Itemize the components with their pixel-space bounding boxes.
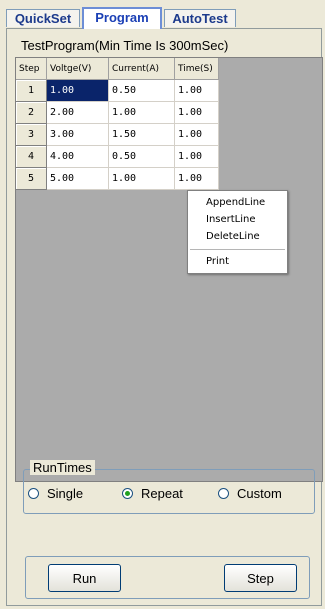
menu-item-appendline[interactable]: AppendLine [206, 196, 265, 210]
radio-circle-icon [28, 487, 39, 499]
program-panel: TestProgram(Min Time Is 300mSec) Step Vo… [6, 28, 323, 606]
table-row[interactable]: 3 3.00 1.50 1.00 [16, 123, 219, 146]
table-row[interactable]: 5 5.00 1.00 1.00 [16, 167, 219, 190]
voltage-cell[interactable]: 1.00 [46, 79, 109, 102]
row-header[interactable]: 5 [16, 167, 47, 190]
menu-item-insertline[interactable]: InsertLine [206, 213, 256, 227]
time-cell[interactable]: 1.00 [174, 79, 219, 102]
tab-program[interactable]: Program [82, 7, 162, 29]
radio-selected-icon [122, 487, 133, 499]
table-row[interactable]: 4 4.00 0.50 1.00 [16, 145, 219, 168]
current-cell[interactable]: 0.50 [108, 145, 175, 168]
current-cell[interactable]: 0.50 [108, 79, 175, 102]
radio-single[interactable]: Single [28, 485, 83, 501]
current-cell[interactable]: 1.50 [108, 123, 175, 146]
grid-header-row: Step Voltge(V) Current(A) Time(S) [16, 58, 219, 80]
voltage-cell[interactable]: 2.00 [46, 101, 109, 124]
row-header[interactable]: 4 [16, 145, 47, 168]
row-header[interactable]: 2 [16, 101, 47, 124]
step-button[interactable]: Step [224, 564, 297, 592]
menu-item-print[interactable]: Print [206, 255, 229, 269]
menu-separator [190, 249, 285, 250]
time-cell[interactable]: 1.00 [174, 167, 219, 190]
tab-autotest[interactable]: AutoTest [164, 9, 236, 27]
menu-item-deleteline[interactable]: DeleteLine [206, 230, 260, 244]
col-header-step: Step [16, 58, 47, 80]
current-cell[interactable]: 1.00 [108, 101, 175, 124]
row-header[interactable]: 1 [16, 79, 47, 102]
col-header-current: Current(A) [108, 58, 175, 80]
voltage-cell[interactable]: 5.00 [46, 167, 109, 190]
col-header-time: Time(S) [174, 58, 219, 80]
radio-repeat[interactable]: Repeat [122, 485, 183, 501]
voltage-cell[interactable]: 3.00 [46, 123, 109, 146]
time-cell[interactable]: 1.00 [174, 145, 219, 168]
col-header-voltage: Voltge(V) [46, 58, 109, 80]
run-button[interactable]: Run [48, 564, 121, 592]
radio-label: Custom [237, 485, 282, 501]
table-row[interactable]: 1 1.00 0.50 1.00 [16, 79, 219, 102]
runtimes-label: RunTimes [30, 460, 95, 475]
time-cell[interactable]: 1.00 [174, 123, 219, 146]
radio-circle-icon [218, 487, 229, 499]
time-cell[interactable]: 1.00 [174, 101, 219, 124]
radio-label: Repeat [141, 485, 183, 501]
radio-label: Single [47, 485, 84, 501]
row-header[interactable]: 3 [16, 123, 47, 146]
program-title: TestProgram(Min Time Is 300mSec) [21, 38, 229, 53]
current-cell[interactable]: 1.00 [108, 167, 175, 190]
radio-custom[interactable]: Custom [218, 485, 282, 501]
tab-quickset[interactable]: QuickSet [6, 9, 80, 27]
table-row[interactable]: 2 2.00 1.00 1.00 [16, 101, 219, 124]
program-table: Step Voltge(V) Current(A) Time(S) 1 1.00… [16, 58, 219, 190]
context-menu: AppendLine InsertLine DeleteLine Print [187, 190, 288, 274]
voltage-cell[interactable]: 4.00 [46, 145, 109, 168]
